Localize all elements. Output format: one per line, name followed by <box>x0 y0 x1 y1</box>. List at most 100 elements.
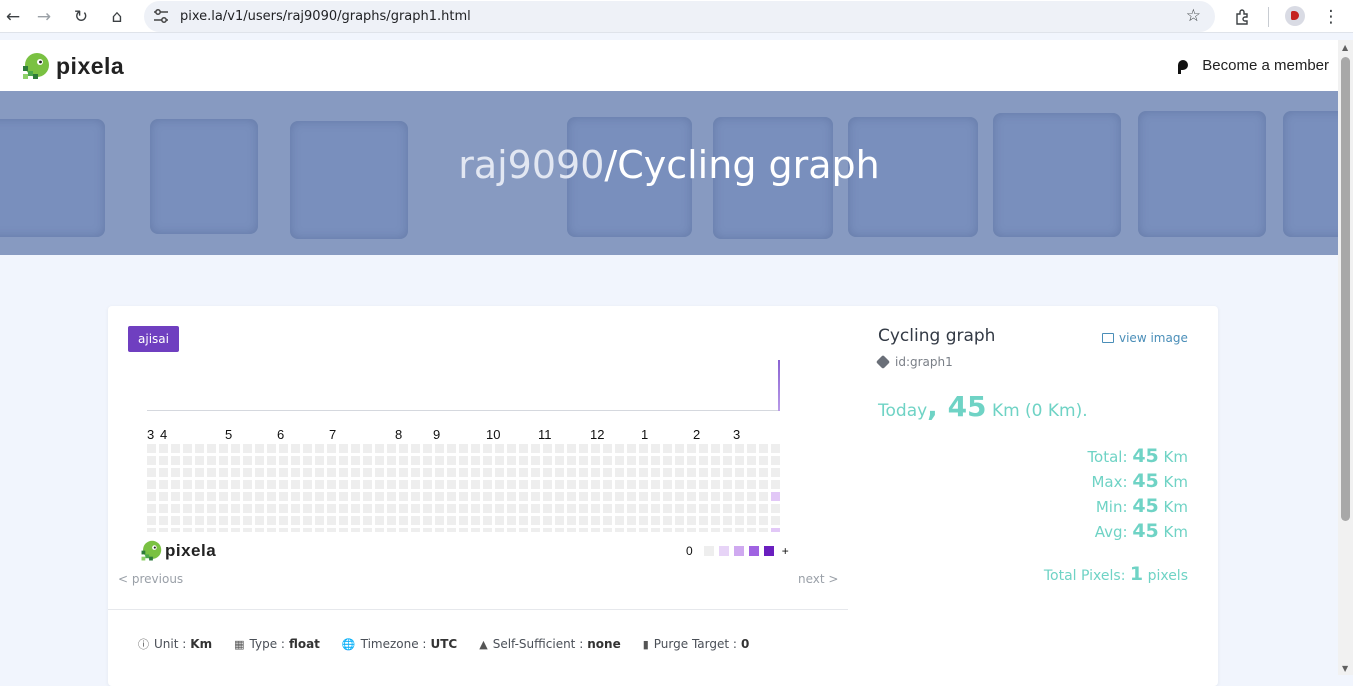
grid-cell[interactable] <box>423 516 432 525</box>
grid-cell[interactable] <box>183 528 192 532</box>
grid-cell[interactable] <box>459 444 468 453</box>
grid-cell[interactable] <box>147 528 156 532</box>
grid-cell[interactable] <box>519 504 528 513</box>
grid-cell[interactable] <box>447 444 456 453</box>
grid-cell[interactable] <box>687 480 696 489</box>
grid-cell[interactable] <box>507 528 516 532</box>
grid-cell[interactable] <box>255 516 264 525</box>
grid-cell[interactable] <box>279 504 288 513</box>
grid-cell[interactable] <box>507 480 516 489</box>
grid-cell[interactable] <box>711 516 720 525</box>
grid-cell[interactable] <box>207 444 216 453</box>
grid-cell[interactable] <box>747 492 756 501</box>
grid-cell[interactable] <box>543 456 552 465</box>
grid-cell[interactable] <box>183 516 192 525</box>
grid-cell[interactable] <box>411 444 420 453</box>
grid-cell[interactable] <box>207 516 216 525</box>
grid-cell[interactable] <box>159 444 168 453</box>
grid-cell[interactable] <box>543 468 552 477</box>
grid-cell[interactable] <box>519 528 528 532</box>
grid-cell[interactable] <box>555 492 564 501</box>
grid-cell[interactable] <box>495 516 504 525</box>
grid-cell[interactable] <box>303 468 312 477</box>
grid-cell[interactable] <box>507 444 516 453</box>
grid-cell[interactable] <box>279 468 288 477</box>
grid-cell[interactable] <box>627 480 636 489</box>
grid-cell[interactable] <box>579 492 588 501</box>
grid-cell[interactable] <box>171 444 180 453</box>
grid-cell[interactable] <box>771 516 780 525</box>
grid-cell[interactable] <box>351 456 360 465</box>
grid-cell[interactable] <box>567 444 576 453</box>
grid-cell[interactable] <box>315 516 324 525</box>
grid-cell[interactable] <box>759 492 768 501</box>
grid-cell[interactable] <box>243 480 252 489</box>
grid-cell[interactable] <box>171 492 180 501</box>
grid-cell[interactable] <box>351 444 360 453</box>
grid-cell[interactable] <box>759 468 768 477</box>
grid-cell[interactable] <box>615 528 624 532</box>
grid-cell[interactable] <box>159 504 168 513</box>
grid-cell[interactable] <box>759 528 768 532</box>
grid-cell[interactable] <box>495 504 504 513</box>
grid-cell[interactable] <box>423 528 432 532</box>
grid-cell[interactable] <box>519 468 528 477</box>
grid-cell[interactable] <box>339 468 348 477</box>
grid-cell[interactable] <box>231 492 240 501</box>
grid-cell[interactable] <box>699 516 708 525</box>
grid-cell[interactable] <box>471 480 480 489</box>
grid-cell[interactable] <box>495 528 504 532</box>
theme-tag[interactable]: ajisai <box>128 326 179 352</box>
grid-cell[interactable] <box>759 480 768 489</box>
grid-cell[interactable] <box>459 480 468 489</box>
grid-cell[interactable] <box>531 444 540 453</box>
grid-cell[interactable] <box>291 468 300 477</box>
extensions-icon[interactable] <box>1229 4 1255 30</box>
grid-cell[interactable] <box>543 480 552 489</box>
grid-cell[interactable] <box>639 528 648 532</box>
grid-cell[interactable] <box>699 492 708 501</box>
grid-cell[interactable] <box>699 480 708 489</box>
grid-cell[interactable] <box>735 516 744 525</box>
grid-cell[interactable] <box>735 468 744 477</box>
grid-cell[interactable] <box>735 456 744 465</box>
grid-cell[interactable] <box>159 492 168 501</box>
grid-cell[interactable] <box>279 444 288 453</box>
grid-cell[interactable] <box>471 456 480 465</box>
grid-cell[interactable] <box>723 456 732 465</box>
grid-cell[interactable] <box>735 480 744 489</box>
grid-cell[interactable] <box>411 528 420 532</box>
grid-cell[interactable] <box>639 492 648 501</box>
grid-cell[interactable] <box>483 468 492 477</box>
reload-icon[interactable]: ↻ <box>68 4 94 30</box>
grid-cell[interactable] <box>723 480 732 489</box>
grid-cell[interactable] <box>747 468 756 477</box>
grid-cell[interactable] <box>399 504 408 513</box>
grid-cell[interactable] <box>771 492 780 501</box>
grid-cell[interactable] <box>531 504 540 513</box>
grid-cell[interactable] <box>231 528 240 532</box>
grid-cell[interactable] <box>171 504 180 513</box>
grid-cell[interactable] <box>699 504 708 513</box>
grid-cell[interactable] <box>195 528 204 532</box>
grid-cell[interactable] <box>507 516 516 525</box>
grid-cell[interactable] <box>711 528 720 532</box>
grid-cell[interactable] <box>495 492 504 501</box>
grid-cell[interactable] <box>399 468 408 477</box>
grid-cell[interactable] <box>375 528 384 532</box>
grid-cell[interactable] <box>603 528 612 532</box>
grid-cell[interactable] <box>627 492 636 501</box>
grid-cell[interactable] <box>507 468 516 477</box>
grid-cell[interactable] <box>423 480 432 489</box>
grid-cell[interactable] <box>555 504 564 513</box>
grid-cell[interactable] <box>183 480 192 489</box>
grid-cell[interactable] <box>687 516 696 525</box>
grid-cell[interactable] <box>663 504 672 513</box>
grid-cell[interactable] <box>207 480 216 489</box>
next-link[interactable]: next > <box>798 572 838 586</box>
grid-cell[interactable] <box>735 444 744 453</box>
grid-cell[interactable] <box>531 528 540 532</box>
grid-cell[interactable] <box>375 492 384 501</box>
grid-cell[interactable] <box>471 444 480 453</box>
grid-cell[interactable] <box>483 480 492 489</box>
